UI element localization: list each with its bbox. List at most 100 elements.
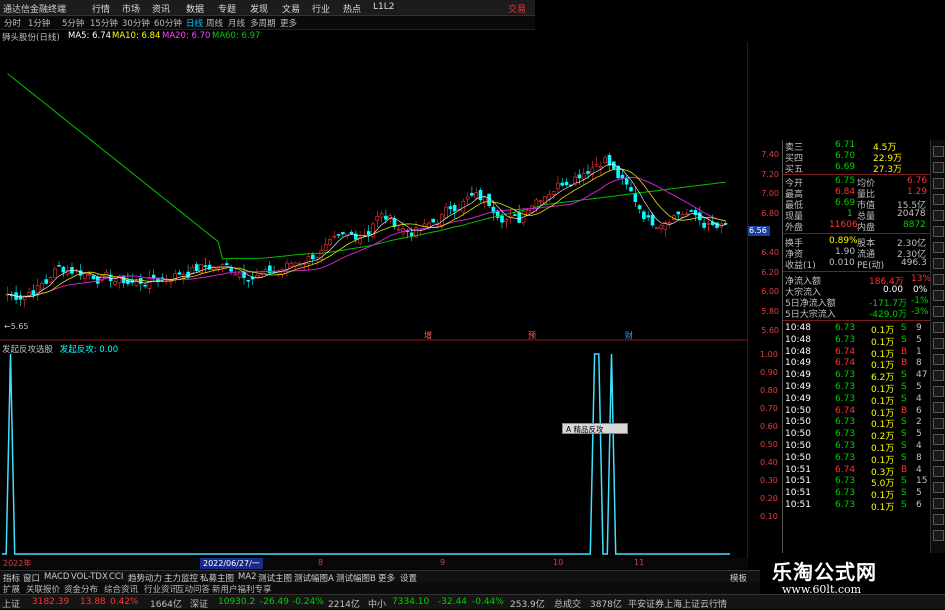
sh-index-label[interactable]: 上证	[2, 597, 20, 610]
menu-item-trade[interactable]: 交易	[508, 2, 526, 15]
tick-price: 6.74	[835, 358, 856, 369]
menu-item-redian[interactable]: 热点	[343, 2, 361, 15]
candle-body	[444, 206, 448, 219]
event-mark-3: 财	[625, 330, 633, 340]
tick-price: 6.73	[835, 323, 856, 333]
stat-value: 20478	[897, 209, 926, 219]
price-tick: 7.00	[761, 189, 779, 198]
sz-index-change: -26.49	[260, 597, 290, 607]
toolbar-icon[interactable]	[933, 450, 944, 461]
period-fenshi[interactable]: 分时	[4, 17, 21, 29]
menu-item-l1l2[interactable]: L1L2	[373, 2, 394, 12]
toolbar-icon[interactable]	[933, 466, 944, 477]
candle-body	[551, 191, 556, 195]
sz-index-label[interactable]: 深证	[190, 597, 208, 610]
tick-row: 10:50 6.73 0.2万 S 5	[783, 429, 931, 442]
candle-body	[706, 222, 711, 225]
period-weekly[interactable]: 周线	[206, 17, 223, 29]
period-multi[interactable]: 多周期	[250, 17, 276, 29]
flow-row: 5日大宗流入 -429.0万 -3%	[783, 307, 931, 320]
tick-count: 4	[916, 464, 922, 475]
toolbar-icon[interactable]	[933, 530, 944, 541]
menu-item-zixun[interactable]: 资讯	[152, 2, 170, 15]
toolbar-icon[interactable]	[933, 146, 944, 157]
toolbar-icon[interactable]	[933, 338, 944, 349]
cursor-price-label: 6.56	[748, 226, 770, 236]
toolbar-icon[interactable]	[933, 306, 944, 317]
bid-row: 买四 6.70 22.9万	[783, 151, 931, 164]
menu-item-hangqing[interactable]: 行情	[92, 2, 110, 15]
menu-item-faxian[interactable]: 发现	[250, 2, 268, 15]
tab-ma2[interactable]: MA2	[238, 572, 257, 582]
toolbar-icon[interactable]	[933, 498, 944, 509]
toolbar-icon[interactable]	[933, 434, 944, 445]
candle-body	[642, 211, 646, 220]
flow-label: 5日大宗流入	[785, 310, 836, 320]
toolbar-icon[interactable]	[933, 162, 944, 173]
stat2-row: 净资 1.90 流通 2.30亿	[783, 247, 931, 260]
zx-index-change: -32.44	[438, 597, 468, 607]
tick-count: 1	[916, 346, 922, 357]
toolbar-icon[interactable]	[933, 370, 944, 381]
sz-index-value: 10930.2	[218, 597, 256, 607]
tick-time: 10:48	[785, 323, 811, 333]
date-tick: 2022年	[3, 559, 32, 568]
tick-price: 6.73	[835, 417, 856, 428]
toolbar-icon[interactable]	[933, 482, 944, 493]
toolbar-icon[interactable]	[933, 194, 944, 205]
period-1min[interactable]: 1分钟	[28, 17, 50, 29]
period-more[interactable]: 更多	[280, 17, 297, 29]
candle-body	[203, 265, 208, 267]
candle-body	[18, 295, 23, 300]
period-daily[interactable]: 日线	[186, 17, 203, 29]
tab-vol[interactable]: VOL-TDX	[71, 572, 108, 582]
menu-item-wenyi[interactable]: 文易	[282, 2, 300, 15]
indicator-tick: 0.70	[760, 404, 778, 413]
menu-item-shuju[interactable]: 数据	[186, 2, 204, 15]
toolbar-icon[interactable]	[933, 386, 944, 397]
tick-row: 10:48 6.73 0.1万 S 9	[783, 323, 931, 336]
zx-index-label[interactable]: 中小	[368, 597, 386, 610]
toolbar-icon[interactable]	[933, 402, 944, 413]
flow-pct: -1%	[911, 296, 929, 306]
toolbar-icon[interactable]	[933, 226, 944, 237]
menu-item-hangye[interactable]: 行业	[312, 2, 330, 15]
toolbar-icon[interactable]	[933, 258, 944, 269]
menu-item-shichang[interactable]: 市场	[122, 2, 140, 15]
toolbar-icon[interactable]	[933, 290, 944, 301]
sh-index-amount: 1664亿	[150, 600, 182, 610]
toolbar-icon[interactable]	[933, 178, 944, 189]
indicator-tick: 0.90	[760, 368, 778, 377]
tab-cci[interactable]: CCI	[109, 572, 123, 582]
candle-body	[328, 238, 332, 245]
total-volume-label: 总成交	[554, 600, 582, 610]
candle-body	[556, 182, 560, 190]
period-monthly[interactable]: 月线	[228, 17, 245, 29]
candle-body	[624, 178, 629, 185]
toolbar-icon[interactable]	[933, 354, 944, 365]
candle-body	[525, 210, 530, 215]
candle-body	[607, 154, 612, 166]
toolbar-icon[interactable]	[933, 242, 944, 253]
period-30min[interactable]: 30分钟	[122, 17, 150, 29]
toolbar-icon[interactable]	[933, 210, 944, 221]
toolbar-icon[interactable]	[933, 322, 944, 333]
tick-direction: S	[901, 476, 907, 487]
tick-count: 8	[916, 358, 922, 369]
period-60min[interactable]: 60分钟	[154, 17, 182, 29]
indicator-tick: 0.10	[760, 512, 778, 521]
toolbar-icon[interactable]	[933, 274, 944, 285]
event-mark-2: 预	[528, 330, 536, 340]
toolbar-icon[interactable]	[933, 418, 944, 429]
toolbar-icon[interactable]	[933, 514, 944, 525]
flow-row: 大宗流入 0.00 0%	[783, 285, 931, 298]
tick-row: 10:50 6.73 0.1万 S 2	[783, 417, 931, 430]
price-tick: 6.80	[761, 209, 779, 218]
period-5min[interactable]: 5分钟	[62, 17, 84, 29]
tick-count: 4	[916, 441, 922, 451]
kline-chart[interactable]: ←5.65 增 预 财	[0, 42, 748, 558]
candle-body	[233, 273, 238, 276]
menu-item-zhuanti[interactable]: 专题	[218, 2, 236, 15]
period-15min[interactable]: 15分钟	[90, 17, 118, 29]
tab-macd[interactable]: MACD	[44, 572, 69, 582]
